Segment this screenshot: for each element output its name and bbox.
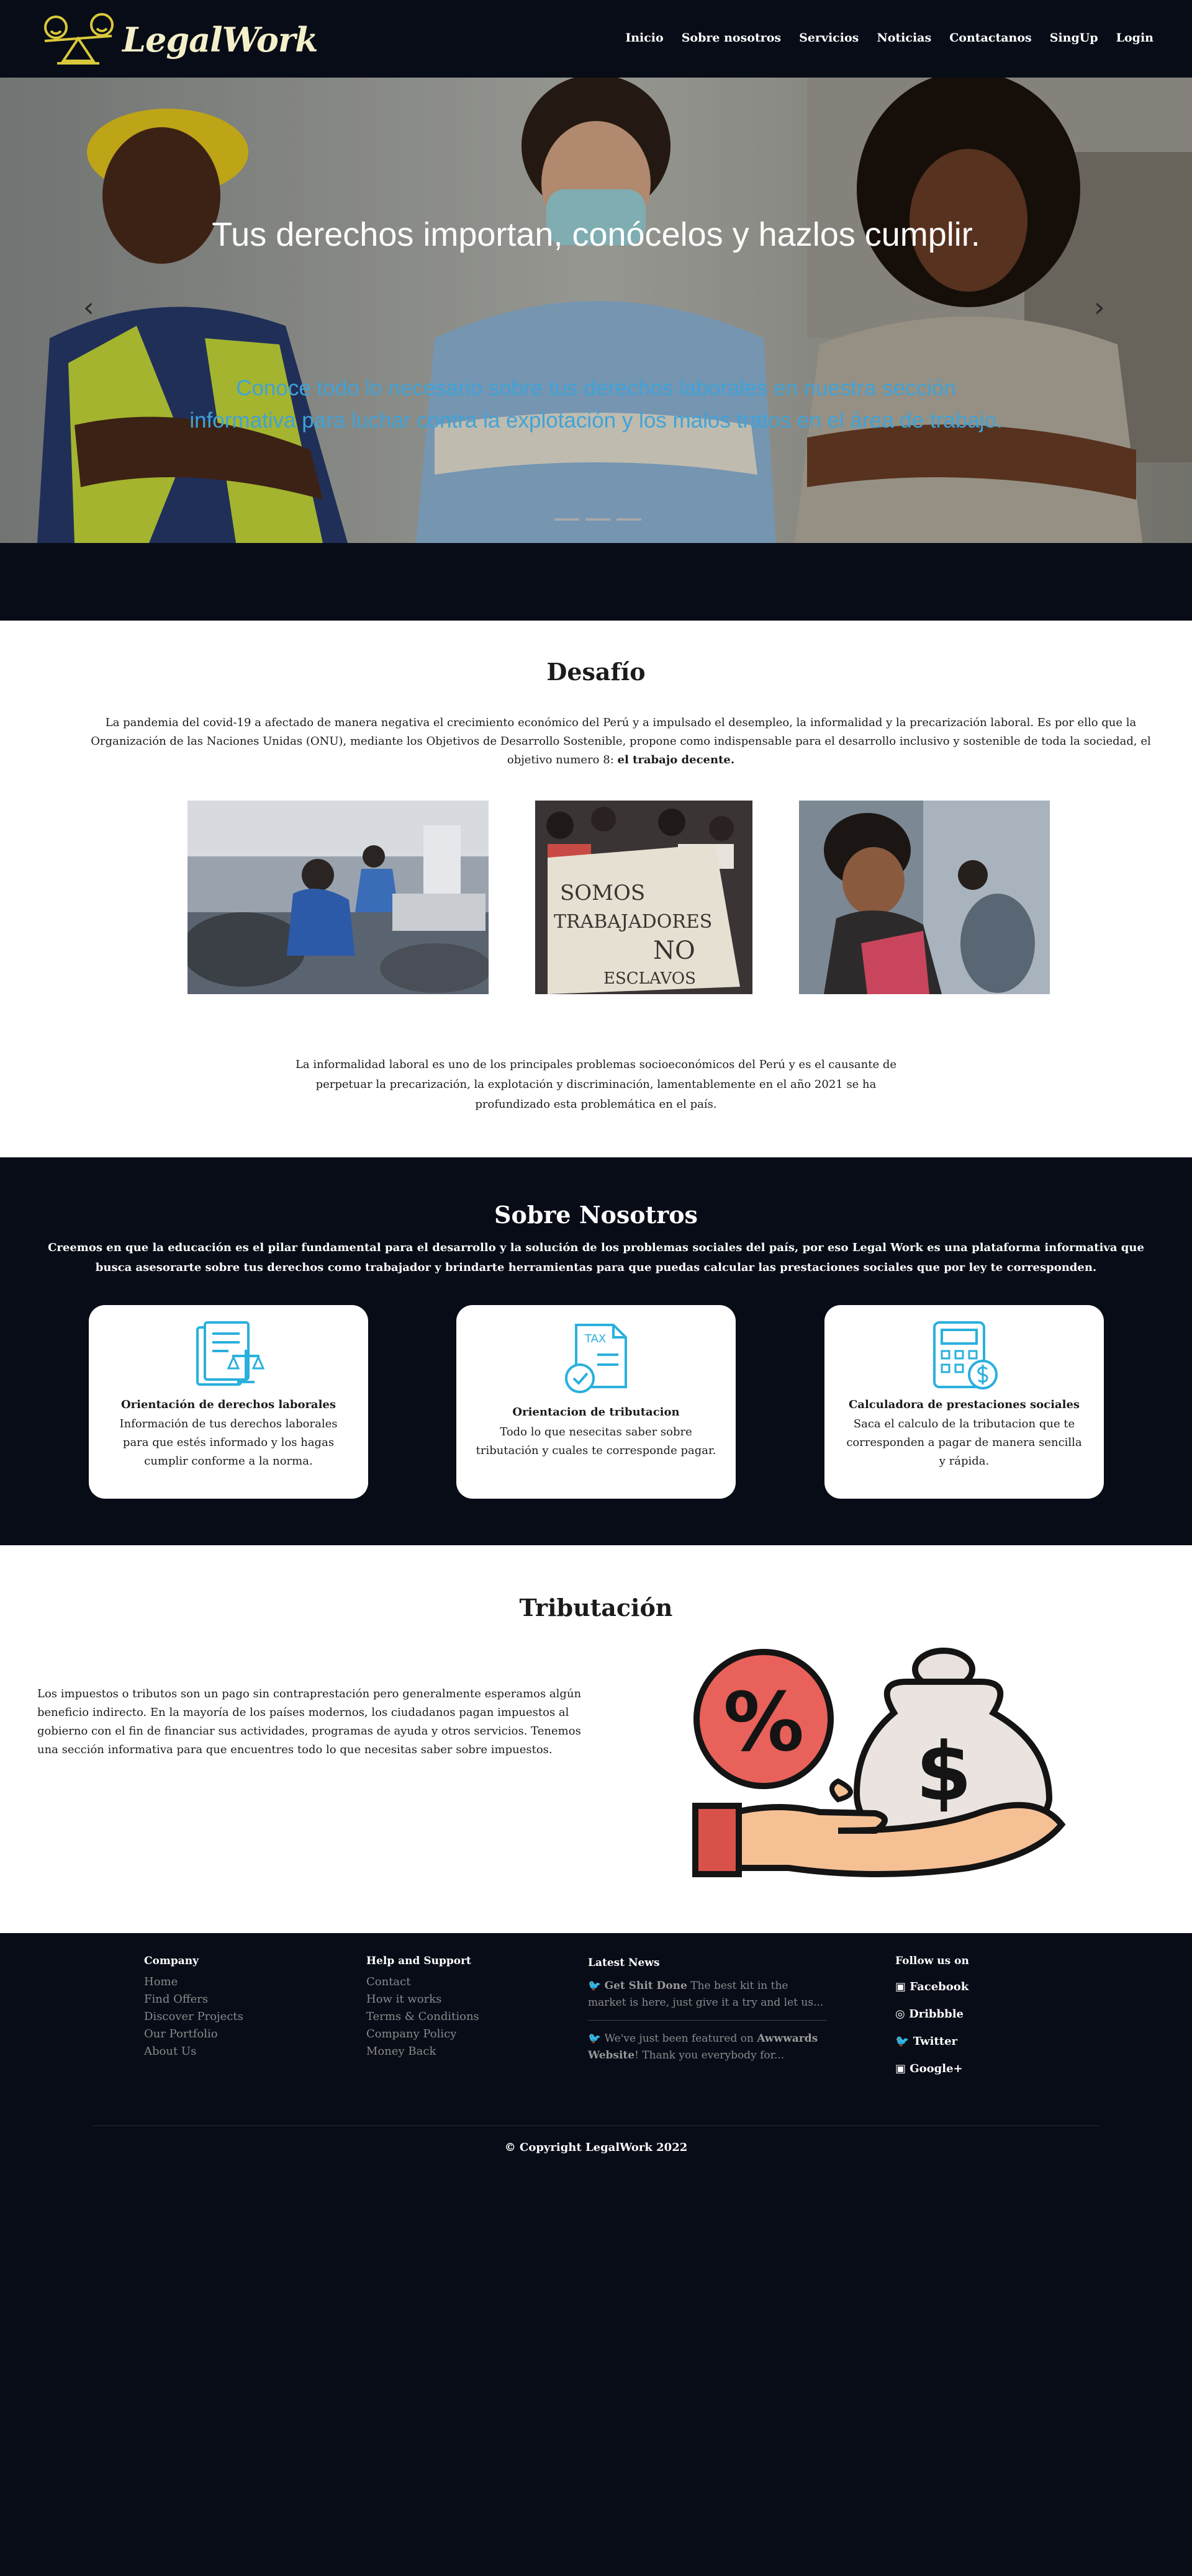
service-card[interactable]: Orientación de derechos laborales Inform… xyxy=(89,1305,368,1499)
facebook-icon: ▣ xyxy=(895,1980,906,1993)
logo[interactable]: LegalWork xyxy=(38,11,318,68)
footer-social: Follow us on ▣ Facebook ◎ Dribbble 🐦 Twi… xyxy=(895,1955,969,2083)
main-nav: Inicio Sobre nosotros Servicios Noticias… xyxy=(625,31,1154,45)
hero-bottom-spacer xyxy=(0,543,1192,621)
svg-text:$: $ xyxy=(916,1725,972,1819)
tributacion-title: Tributación xyxy=(519,1594,673,1622)
protest-sign-line: ESCLAVOS xyxy=(603,969,696,988)
footer-heading: Follow us on xyxy=(895,1955,969,1967)
protest-sign-line: SOMOS xyxy=(560,881,645,905)
tributacion-section: Tributación Los impuestos o tributos son… xyxy=(0,1545,1192,1933)
card-text: Todo lo que nesecitas saber sobre tribut… xyxy=(476,1425,716,1457)
nav-item-sobre-nosotros[interactable]: Sobre nosotros xyxy=(682,31,781,45)
nav-item-servicios[interactable]: Servicios xyxy=(799,31,859,45)
footer-company: Company Home Find Offers Discover Projec… xyxy=(144,1955,243,2060)
footer-link[interactable]: How it works xyxy=(366,1991,479,2008)
logo-text: LegalWork xyxy=(122,20,318,60)
footer-link[interactable]: Find Offers xyxy=(144,1991,243,2008)
hero-carousel: Tus derechos importan, conócelos y hazlo… xyxy=(0,78,1192,543)
footer-link[interactable]: About Us xyxy=(144,2043,243,2060)
dribbble-link[interactable]: ◎ Dribbble xyxy=(895,2001,969,2028)
service-card[interactable]: TAX Orientacion de tributacion Todo lo q… xyxy=(456,1305,736,1499)
carousel-indicators xyxy=(554,518,641,521)
footer-link[interactable]: Company Policy xyxy=(366,2026,479,2043)
desafio-text-bold: el trabajo decente. xyxy=(617,753,735,766)
tax-money-illustration: $ % xyxy=(692,1648,1066,1877)
dribbble-icon: ◎ xyxy=(895,2008,905,2021)
footer-help: Help and Support Contact How it works Te… xyxy=(366,1955,479,2060)
copyright: © Copyright LegalWork 2022 xyxy=(504,2141,688,2154)
sobre-nosotros-section: Sobre Nosotros Creemos en que la educaci… xyxy=(0,1157,1192,1545)
nav-item-contactanos[interactable]: Contactanos xyxy=(949,31,1032,45)
news-text: We've just been featured on xyxy=(604,2032,754,2045)
protest-sign-line: NO xyxy=(653,936,695,965)
street-worker-photo xyxy=(799,801,1050,994)
hero-title: Tus derechos importan, conócelos y hazlo… xyxy=(212,216,980,253)
tax-document-icon: TAX xyxy=(565,1324,627,1393)
footer-link[interactable]: Our Portfolio xyxy=(144,2026,243,2043)
footer-link[interactable]: Contact xyxy=(366,1973,479,1991)
desafio-paragraph-2: La informalidad laboral es uno de los pr… xyxy=(295,1058,897,1111)
facebook-link[interactable]: ▣ Facebook xyxy=(895,1973,969,2001)
footer-news: Latest News 🐦 Get Shit Done The best kit… xyxy=(588,1955,827,2083)
card-title: Calculadora de prestaciones sociales xyxy=(848,1398,1080,1411)
nav-item-inicio[interactable]: Inicio xyxy=(625,31,663,45)
card-title: Orientación de derechos laborales xyxy=(120,1398,336,1411)
factory-workers-photo xyxy=(187,801,489,994)
tributacion-paragraph: Los impuestos o tributos son un pago sin… xyxy=(37,1687,582,1756)
svg-text:%: % xyxy=(723,1675,804,1769)
carousel-next-icon[interactable]: › xyxy=(1094,292,1105,323)
news-headline: Get Shit Done xyxy=(604,1980,687,1992)
footer-heading: Company xyxy=(144,1955,199,1967)
social-label: Twitter xyxy=(913,2035,958,2048)
footer-link[interactable]: Home xyxy=(144,1973,243,1991)
carousel-indicator[interactable] xyxy=(585,518,610,521)
card-text: Saca el calculo de la tributacion que te… xyxy=(846,1417,1082,1468)
footer-heading: Latest News xyxy=(588,1957,660,1969)
carousel-indicator[interactable] xyxy=(616,518,641,521)
hero-workers-image xyxy=(0,78,1192,543)
news-item[interactable]: 🐦 We've just been featured on Awwwards W… xyxy=(588,2031,827,2073)
social-label: Google+ xyxy=(910,2062,963,2075)
nav-item-login[interactable]: Login xyxy=(1116,31,1154,45)
scales-logo-icon xyxy=(44,13,114,65)
carousel-indicator[interactable] xyxy=(554,518,579,521)
nav-item-noticias[interactable]: Noticias xyxy=(877,31,931,45)
carousel-prev-icon[interactable]: ‹ xyxy=(83,292,94,323)
tax-label: TAX xyxy=(584,1332,606,1345)
desafio-paragraph: La pandemia del covid-19 a afectado de m… xyxy=(74,714,1167,770)
google-plus-link[interactable]: ▣ Google+ xyxy=(895,2055,969,2083)
sobre-paragraph: Creemos en que la educación es el pilar … xyxy=(48,1241,1144,1274)
footer-link[interactable]: Terms & Conditions xyxy=(366,2008,479,2026)
footer: Company Home Find Offers Discover Projec… xyxy=(0,1933,1192,2576)
social-label: Facebook xyxy=(910,1980,969,1993)
twitter-icon: 🐦 xyxy=(588,2032,602,2045)
news-text: ! Thank you everybody for... xyxy=(634,2049,785,2062)
hero-subtitle: Conoce todo lo necesario sobre tus derec… xyxy=(189,376,1003,433)
sobre-title: Sobre Nosotros xyxy=(494,1201,698,1229)
twitter-link[interactable]: 🐦 Twitter xyxy=(895,2028,969,2055)
navbar: LegalWork Inicio Sobre nosotros Servicio… xyxy=(0,0,1192,78)
social-label: Dribbble xyxy=(909,2008,964,2021)
twitter-icon: 🐦 xyxy=(588,1980,602,1992)
footer-heading: Help and Support xyxy=(366,1955,471,1967)
footer-link[interactable]: Discover Projects xyxy=(144,2008,243,2026)
google-plus-icon: ▣ xyxy=(895,2062,906,2075)
footer-divider xyxy=(93,2125,1099,2126)
service-card[interactable]: Calculadora de prestaciones sociales Sac… xyxy=(824,1305,1104,1499)
card-title: Orientacion de tributacion xyxy=(512,1406,680,1419)
news-item[interactable]: 🐦 Get Shit Done The best kit in the mark… xyxy=(588,1978,827,2021)
protest-sign-line: TRABAJADORES xyxy=(554,911,712,933)
twitter-icon: 🐦 xyxy=(895,2035,910,2048)
nav-item-signup[interactable]: SingUp xyxy=(1050,31,1098,45)
footer-link[interactable]: Money Back xyxy=(366,2043,479,2060)
protest-photo: SOMOS TRABAJADORES NO ESCLAVOS xyxy=(535,801,752,994)
legal-document-icon xyxy=(196,1321,265,1386)
calculator-icon xyxy=(933,1321,998,1389)
desafio-section: Desafío La pandemia del covid-19 a afect… xyxy=(0,621,1192,1157)
card-text: Información de tus derechos laborales pa… xyxy=(119,1417,338,1468)
desafio-title: Desafío xyxy=(546,658,646,686)
